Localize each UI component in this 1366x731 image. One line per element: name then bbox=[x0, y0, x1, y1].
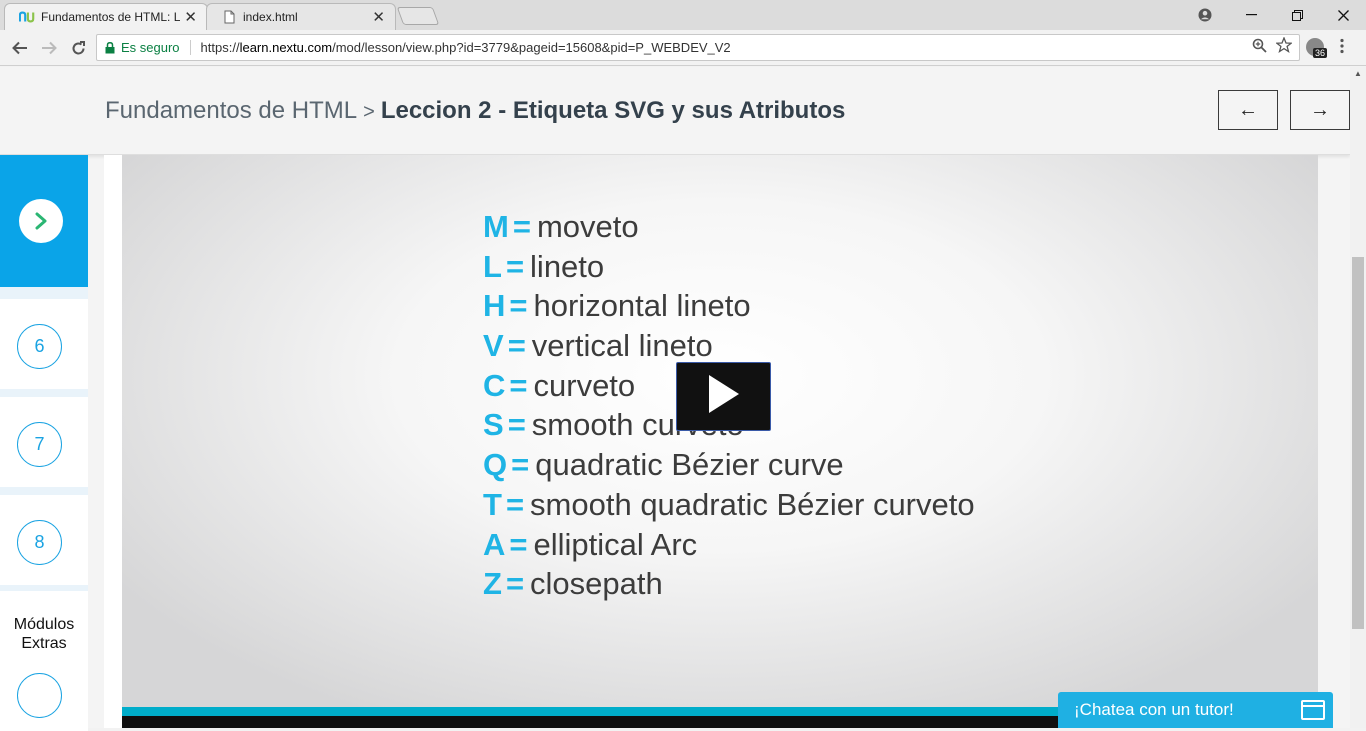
command-text: horizontal lineto bbox=[533, 288, 751, 324]
browser-toolbar: Es seguro https://learn.nextu.com/mod/le… bbox=[0, 30, 1366, 66]
module-sidebar: 6 7 8 Módulos Extras bbox=[0, 155, 88, 731]
chevron-right-icon bbox=[19, 199, 63, 243]
file-icon bbox=[221, 10, 237, 24]
breadcrumb-separator: > bbox=[363, 101, 375, 123]
previous-page-button[interactable]: ← bbox=[1218, 90, 1278, 130]
command-equals: = bbox=[507, 328, 526, 364]
nextu-logo-icon bbox=[19, 10, 35, 24]
command-equals: = bbox=[509, 367, 528, 403]
arrow-right-icon: → bbox=[1310, 98, 1330, 121]
command-text: elliptical Arc bbox=[533, 526, 698, 562]
command-line: M = moveto bbox=[483, 207, 975, 247]
command-text: moveto bbox=[536, 209, 639, 244]
close-tab-icon[interactable]: ✕ bbox=[184, 8, 197, 26]
module-number: 6 bbox=[17, 324, 62, 369]
command-key: V bbox=[483, 328, 504, 364]
restore-icon[interactable] bbox=[1274, 0, 1320, 30]
command-text: smooth quadratic Bézier curveto bbox=[530, 486, 975, 522]
extension-badge: 36 bbox=[1313, 48, 1328, 58]
command-equals: = bbox=[509, 288, 528, 324]
command-equals: = bbox=[509, 526, 528, 562]
tab-fundamentos[interactable]: Fundamentos de HTML: L ✕ bbox=[4, 3, 208, 30]
command-key: C bbox=[483, 367, 506, 403]
breadcrumb-course[interactable]: Fundamentos de HTML bbox=[105, 97, 357, 124]
command-equals: = bbox=[507, 407, 526, 443]
command-text: vertical lineto bbox=[531, 328, 713, 364]
command-equals: = bbox=[505, 566, 525, 602]
browser-tab-bar: Fundamentos de HTML: L ✕ index.html ✕ bbox=[0, 0, 1366, 30]
profile-icon[interactable] bbox=[1182, 0, 1228, 30]
play-icon bbox=[707, 373, 741, 420]
command-text: closepath bbox=[530, 566, 663, 602]
minimize-icon[interactable] bbox=[1228, 0, 1274, 30]
tab-title: index.html bbox=[243, 10, 298, 24]
scroll-up-icon[interactable]: ▲ bbox=[1350, 69, 1366, 78]
chat-label: ¡Chatea con un tutor! bbox=[1074, 700, 1234, 719]
next-page-button[interactable]: → bbox=[1290, 90, 1350, 130]
command-text: lineto bbox=[530, 248, 605, 284]
command-key: Z bbox=[483, 566, 502, 602]
play-button[interactable] bbox=[676, 362, 771, 431]
reload-icon[interactable] bbox=[66, 36, 90, 60]
chat-with-tutor-button[interactable]: ¡Chatea con un tutor! bbox=[1058, 692, 1333, 728]
page-title: Leccion 2 - Etiqueta SVG y sus Atributos bbox=[380, 97, 846, 124]
back-icon[interactable] bbox=[8, 36, 32, 60]
scroll-thumb[interactable] bbox=[1352, 257, 1364, 629]
extras-label-line-2: Extras bbox=[21, 635, 67, 652]
sidebar-item-8[interactable]: 8 bbox=[0, 495, 88, 585]
zoom-icon[interactable] bbox=[1252, 38, 1267, 56]
lock-icon bbox=[105, 42, 115, 54]
close-tab-icon[interactable]: ✕ bbox=[372, 8, 385, 26]
security-label: Es seguro bbox=[121, 40, 191, 55]
tab-title: Fundamentos de HTML: L bbox=[41, 10, 181, 24]
command-line: V = vertical lineto bbox=[483, 326, 975, 366]
command-key: A bbox=[483, 526, 506, 562]
command-line: Q = quadratic Bézier curve bbox=[483, 445, 975, 485]
page-scrollbar[interactable]: ▲ bbox=[1350, 67, 1366, 728]
command-line: H = horizontal lineto bbox=[483, 286, 975, 326]
sidebar-item-6[interactable]: 6 bbox=[0, 299, 88, 389]
command-text: quadratic Bézier curve bbox=[535, 447, 844, 483]
url-path: /mod/lesson/view.php?id=3779&pageid=1560… bbox=[332, 40, 731, 55]
browser-menu-icon[interactable] bbox=[1340, 38, 1344, 59]
url-prefix: https:// bbox=[200, 40, 240, 55]
forward-icon[interactable] bbox=[37, 36, 61, 60]
sidebar-extras[interactable]: Módulos Extras bbox=[0, 591, 88, 731]
close-window-icon[interactable] bbox=[1320, 0, 1366, 30]
lesson-header: Fundamentos de HTML > Leccion 2 - Etiqueta… bbox=[0, 67, 1350, 155]
address-bar[interactable]: Es seguro https://learn.nextu.com/mod/le… bbox=[96, 34, 1300, 61]
command-equals: = bbox=[505, 248, 525, 284]
url-text: https://learn.nextu.com/mod/lesson/view.… bbox=[201, 40, 731, 55]
command-line: L = lineto bbox=[483, 247, 975, 287]
command-equals: = bbox=[505, 486, 525, 522]
command-key: M bbox=[483, 209, 509, 244]
sidebar-item-current[interactable] bbox=[0, 155, 88, 287]
chat-window-icon[interactable] bbox=[1301, 700, 1325, 720]
module-number: 7 bbox=[17, 422, 62, 467]
module-number: 8 bbox=[17, 520, 62, 565]
extras-label: Módulos Extras bbox=[0, 615, 88, 653]
new-tab-button[interactable] bbox=[396, 7, 440, 25]
command-key: Q bbox=[483, 447, 508, 483]
extras-label-line-1: Módulos bbox=[13, 616, 75, 633]
command-equals: = bbox=[512, 209, 531, 244]
tab-index-html[interactable]: index.html ✕ bbox=[206, 3, 396, 30]
url-host: learn.nextu.com bbox=[239, 40, 333, 55]
extras-circle[interactable] bbox=[17, 673, 62, 718]
command-equals: = bbox=[511, 447, 530, 483]
command-line: A = elliptical Arc bbox=[483, 525, 975, 565]
sidebar-item-7[interactable]: 7 bbox=[0, 397, 88, 487]
bookmark-star-icon[interactable] bbox=[1274, 36, 1294, 56]
breadcrumb: Fundamentos de HTML > Leccion 2 - Etiqueta… bbox=[105, 97, 845, 125]
command-key: S bbox=[483, 407, 504, 443]
command-text: curveto bbox=[533, 367, 636, 403]
arrow-left-icon: ← bbox=[1238, 98, 1258, 121]
command-key: L bbox=[483, 248, 502, 284]
command-key: T bbox=[483, 486, 502, 522]
video-player[interactable]: M = moveto L = lineto H = horizontal lineto V =… bbox=[122, 155, 1318, 707]
command-line: Z = closepath bbox=[483, 564, 975, 604]
command-line: T = smooth quadratic Bézier curveto bbox=[483, 485, 975, 525]
command-key: H bbox=[483, 288, 506, 324]
